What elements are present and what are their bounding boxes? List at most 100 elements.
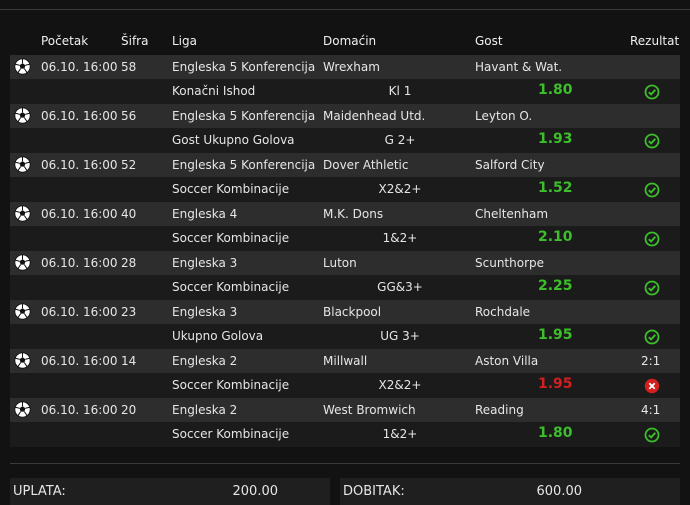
- match-time: 06.10. 16:00: [41, 60, 118, 74]
- win-check-icon: [644, 231, 660, 247]
- dobitak-box: DOBITAK: 600.00: [340, 478, 680, 505]
- match-away: Havant & Wat.: [475, 60, 563, 74]
- bet-odd: 2.25: [538, 278, 573, 294]
- bet-detail-row: Gost Ukupno Golova G 2+ 1.93: [10, 128, 680, 153]
- bet-odd: 1.95: [538, 327, 573, 343]
- match-row: 06.10. 16:00 14 Engleska 2 Millwall Aston Vi…: [10, 349, 680, 398]
- match-league: Engleska 3: [172, 305, 238, 319]
- match-league: Engleska 2: [172, 403, 238, 417]
- soccer-ball-icon: [14, 303, 31, 320]
- soccer-ball-icon: [14, 352, 31, 369]
- match-row: 06.10. 16:00 56 Engleska 5 Konferencija Mai…: [10, 104, 680, 153]
- match-time: 06.10. 16:00: [41, 403, 118, 417]
- bet-market: Soccer Kombinacije: [172, 231, 290, 245]
- win-check-icon: [644, 84, 660, 100]
- match-time: 06.10. 16:00: [41, 158, 118, 172]
- match-info-row: 06.10. 16:00 20 Engleska 2 West Bromwich Rea…: [10, 398, 680, 422]
- header-gost: Gost: [475, 34, 503, 48]
- match-league: Engleska 5 Konferencija: [172, 60, 316, 74]
- bet-tip: 1&2+: [382, 427, 418, 441]
- match-league: Engleska 2: [172, 354, 238, 368]
- match-code: 52: [121, 158, 137, 172]
- soccer-ball-icon: [14, 401, 31, 418]
- bet-odd: 1.95: [538, 376, 573, 392]
- match-row: 06.10. 16:00 40 Engleska 4 M.K. Dons Chelten…: [10, 202, 680, 251]
- bet-market: Soccer Kombinacije: [172, 427, 290, 441]
- bet-odd: 1.80: [538, 82, 573, 98]
- match-row: 06.10. 16:00 20 Engleska 2 West Bromwich Rea…: [10, 398, 680, 447]
- bet-detail-row: Ukupno Golova UG 3+ 1.95: [10, 324, 680, 349]
- bet-detail-row: Soccer Kombinacije 1&2+ 2.10: [10, 226, 680, 251]
- match-league: Engleska 5 Konferencija: [172, 158, 316, 172]
- table-header: Početak Šifra Liga Domaćin Gost Rezultat: [10, 28, 680, 54]
- bet-market: Soccer Kombinacije: [172, 182, 290, 196]
- match-info-row: 06.10. 16:00 52 Engleska 5 Konferencija Dov…: [10, 153, 680, 177]
- match-home: West Bromwich: [323, 403, 416, 417]
- match-away: Aston Villa: [475, 354, 539, 368]
- bet-market: Ukupno Golova: [172, 329, 264, 343]
- match-row: 06.10. 16:00 28 Engleska 3 Luton Scunthorpe S…: [10, 251, 680, 300]
- match-away: Reading: [475, 403, 524, 417]
- match-league: Engleska 5 Konferencija: [172, 109, 316, 123]
- match-info-row: 06.10. 16:00 14 Engleska 2 Millwall Aston Vi…: [10, 349, 680, 373]
- match-code: 58: [121, 60, 137, 74]
- bet-detail-row: Konačni Ishod Kl 1 1.80: [10, 79, 680, 104]
- soccer-ball-icon: [14, 58, 31, 75]
- match-time: 06.10. 16:00: [41, 109, 118, 123]
- bet-market: Gost Ukupno Golova: [172, 133, 295, 147]
- match-away: Cheltenham: [475, 207, 549, 221]
- ticket-footer: UPLATA: 200.00 DOBITAK: 600.00: [10, 478, 680, 505]
- bet-detail-row: Soccer Kombinacije GG&3+ 2.25: [10, 275, 680, 300]
- soccer-ball-icon: [14, 156, 31, 173]
- match-home: Blackpool: [323, 305, 382, 319]
- win-check-icon: [644, 280, 660, 296]
- match-info-row: 06.10. 16:00 28 Engleska 3 Luton Scunthorpe: [10, 251, 680, 275]
- match-away: Leyton O.: [475, 109, 533, 123]
- uplata-label: UPLATA:: [13, 484, 66, 499]
- bet-odd: 1.80: [538, 425, 573, 441]
- match-time: 06.10. 16:00: [41, 256, 118, 270]
- match-code: 56: [121, 109, 137, 123]
- match-info-row: 06.10. 16:00 58 Engleska 5 Konferencija Wre…: [10, 55, 680, 79]
- match-code: 14: [121, 354, 137, 368]
- match-info-row: 06.10. 16:00 23 Engleska 3 Blackpool Rochdal…: [10, 300, 680, 324]
- match-home: Luton: [323, 256, 357, 270]
- match-info-row: 06.10. 16:00 40 Engleska 4 M.K. Dons Chelten…: [10, 202, 680, 226]
- dobitak-value: 600.00: [536, 484, 583, 499]
- bet-tip: 1&2+: [382, 231, 418, 245]
- bet-tip: X2&2+: [378, 182, 422, 196]
- bet-odd: 1.52: [538, 180, 573, 196]
- uplata-value: 200.00: [232, 484, 279, 499]
- bottom-divider: [10, 463, 680, 464]
- win-check-icon: [644, 182, 660, 198]
- win-check-icon: [644, 427, 660, 443]
- soccer-ball-icon: [14, 254, 31, 271]
- win-check-icon: [644, 329, 660, 345]
- match-league: Engleska 4: [172, 207, 238, 221]
- bet-market: Soccer Kombinacije: [172, 280, 290, 294]
- match-league: Engleska 3: [172, 256, 238, 270]
- match-code: 20: [121, 403, 137, 417]
- bet-tip: X2&2+: [378, 378, 422, 392]
- match-away: Salford City: [475, 158, 545, 172]
- dobitak-label: DOBITAK:: [343, 484, 405, 499]
- match-info-row: 06.10. 16:00 56 Engleska 5 Konferencija Mai…: [10, 104, 680, 128]
- header-sifra: Šifra: [121, 34, 149, 48]
- match-time: 06.10. 16:00: [41, 305, 118, 319]
- bet-table: 06.10. 16:00 58 Engleska 5 Konferencija Wre…: [10, 55, 680, 447]
- bet-detail-row: Soccer Kombinacije X2&2+ 1.52: [10, 177, 680, 202]
- uplata-box: UPLATA: 200.00: [10, 478, 330, 505]
- bet-market: Konačni Ishod: [172, 84, 256, 98]
- match-home: Wrexham: [323, 60, 380, 74]
- match-time: 06.10. 16:00: [41, 207, 118, 221]
- header-domacin: Domaćin: [323, 34, 377, 48]
- match-code: 23: [121, 305, 137, 319]
- lose-icon: [644, 378, 660, 394]
- bet-tip: G 2+: [384, 133, 416, 147]
- match-row: 06.10. 16:00 52 Engleska 5 Konferencija Dov…: [10, 153, 680, 202]
- win-check-icon: [644, 133, 660, 149]
- match-home: Dover Athletic: [323, 158, 409, 172]
- header-pocetak: Početak: [41, 34, 89, 48]
- match-score: 4:1: [641, 403, 661, 417]
- bet-tip: UG 3+: [380, 329, 420, 343]
